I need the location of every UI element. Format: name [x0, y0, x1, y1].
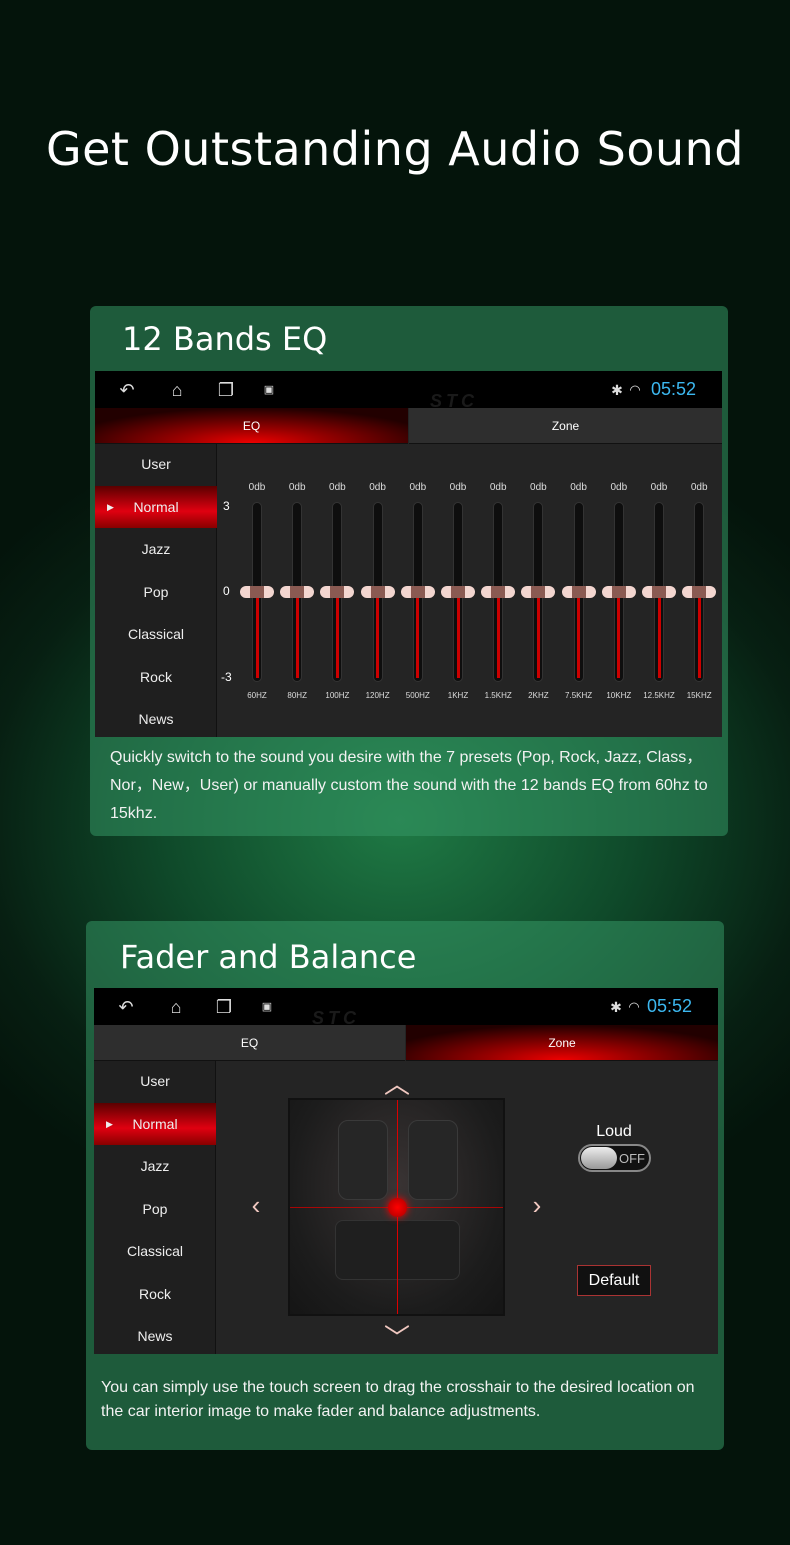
preset-jazz[interactable]: Jazz: [94, 1145, 216, 1187]
preset-rock[interactable]: Rock: [94, 1273, 216, 1315]
fader-down-button[interactable]: ﹀: [382, 1318, 412, 1354]
band-frequency-label: 2KHZ: [528, 691, 549, 700]
preset-list: UserNormalJazzPopClassicalRockNews: [94, 1061, 216, 1354]
band-frequency-label: 80HZ: [287, 691, 307, 700]
preset-user[interactable]: User: [94, 1060, 216, 1102]
band-slider-fill: [657, 592, 661, 678]
band-frequency-label: 12.5KHZ: [643, 691, 675, 700]
band-slider-fill: [335, 592, 339, 678]
band-gain-label: 0db: [449, 482, 467, 493]
loud-toggle[interactable]: OFF: [578, 1144, 651, 1172]
default-button[interactable]: Default: [577, 1265, 651, 1296]
preset-news[interactable]: News: [94, 1315, 216, 1354]
band-slider-fill: [416, 592, 420, 678]
toggle-state: OFF: [619, 1151, 645, 1166]
tab-eq[interactable]: EQ: [94, 1025, 405, 1061]
band-slider-knob[interactable]: [240, 586, 274, 598]
band-slider-knob[interactable]: [441, 586, 475, 598]
band-slider-knob[interactable]: [521, 586, 556, 598]
band-frequency-label: 15KHZ: [686, 691, 712, 700]
tab-zone[interactable]: Zone: [406, 1025, 718, 1061]
seat-front-right: [408, 1120, 458, 1200]
band-gain-label: 0db: [690, 482, 708, 493]
crosshair-handle[interactable]: [388, 1198, 407, 1217]
eq-description: Quickly switch to the sound you desire w…: [110, 749, 708, 822]
band-slider-knob[interactable]: [682, 586, 717, 598]
band-slider-fill: [577, 592, 581, 678]
band-frequency-label: 120HZ: [365, 691, 390, 700]
band-slider-fill: [617, 592, 621, 678]
band-slider-fill: [456, 592, 460, 678]
eq-panel: 12 Bands EQ ↶ ⌂ ❐ ▣ STC ✱ ◠ 05:52 EQ Zon…: [90, 306, 728, 836]
band-gain-label: 0db: [610, 482, 628, 493]
band-gain-label: 0db: [570, 482, 587, 493]
fader-up-button[interactable]: ︿: [382, 1064, 412, 1101]
band-slider-knob[interactable]: [642, 586, 676, 598]
wifi-icon: ◠: [628, 999, 640, 1014]
band-slider-knob[interactable]: [320, 586, 355, 598]
zone-panel-title: Fader and Balance: [120, 938, 417, 976]
balance-right-button[interactable]: ›: [522, 1190, 552, 1221]
zone-panel: Fader and Balance ↶ ⌂ ❐ ▣ STC ✱ ◠ 05:52 …: [86, 921, 724, 1450]
zone-description: You can simply use the touch screen to d…: [101, 1379, 695, 1420]
band-slider-fill: [697, 592, 701, 678]
gallery-icon[interactable]: ▣: [257, 997, 277, 1017]
band-frequency-label: 60HZ: [247, 691, 267, 700]
band-gain-label: 0db: [329, 482, 346, 493]
clock: 05:52: [647, 996, 693, 1016]
band-slider-fill: [496, 592, 500, 678]
zone-screen: ↶ ⌂ ❐ ▣ STC ✱ ◠ 05:52 EQ Zone UserNormal…: [94, 988, 718, 1354]
headline: Get Outstanding Audio Sound: [45, 122, 745, 176]
loud-label: Loud: [596, 1123, 632, 1140]
band-gain-label: 0db: [369, 482, 386, 493]
preset-classical[interactable]: Classical: [94, 1230, 216, 1272]
band-gain-label: 0db: [248, 482, 266, 493]
eq-screen: ↶ ⌂ ❐ ▣ STC ✱ ◠ 05:52 EQ Zone UserNormal…: [95, 371, 722, 737]
band-gain-label: 0db: [489, 482, 507, 493]
band-frequency-label: 100HZ: [325, 691, 350, 700]
preset-normal[interactable]: Normal: [94, 1102, 216, 1145]
band-frequency-label: 10KHZ: [606, 691, 632, 700]
back-icon[interactable]: ↶: [116, 997, 136, 1017]
preset-pop[interactable]: Pop: [94, 1188, 216, 1230]
band-slider-knob[interactable]: [360, 586, 395, 598]
band-gain-label: 0db: [288, 482, 306, 493]
recent-apps-icon[interactable]: ❐: [214, 997, 234, 1017]
band-gain-label: 0db: [650, 482, 668, 493]
toggle-knob: [581, 1147, 617, 1169]
home-icon[interactable]: ⌂: [166, 997, 186, 1017]
band-slider-knob[interactable]: [400, 586, 435, 598]
seat-front-left: [338, 1120, 388, 1200]
eq-panel-title: 12 Bands EQ: [122, 320, 328, 358]
band-slider-knob[interactable]: [561, 586, 596, 598]
bluetooth-icon: ✱: [610, 999, 622, 1015]
eq-bands: 0db 60HZ 0db 80HZ 0db 100HZ 0db 120HZ 0db 500HZ 0d…: [95, 371, 722, 737]
band-slider-knob[interactable]: [601, 586, 636, 598]
band-gain-label: 0db: [530, 482, 547, 493]
band-frequency-label: 1.5KHZ: [484, 691, 512, 700]
band-slider-knob[interactable]: [481, 586, 516, 598]
band-frequency-label: 500HZ: [405, 691, 430, 700]
band-frequency-label: 7.5KHZ: [565, 691, 593, 700]
balance-left-button[interactable]: ‹: [241, 1190, 271, 1221]
band-frequency-label: 1KHZ: [447, 691, 469, 700]
band-gain-label: 0db: [409, 482, 427, 493]
band-slider-fill: [376, 592, 380, 678]
band-slider-fill: [295, 592, 299, 678]
band-slider-knob[interactable]: [280, 586, 315, 598]
car-interior-pad[interactable]: [288, 1098, 505, 1316]
status-bar: ↶ ⌂ ❐ ▣ STC ✱ ◠ 05:52: [94, 988, 718, 1028]
band-slider-fill: [255, 592, 259, 678]
band-slider-fill: [536, 592, 540, 678]
